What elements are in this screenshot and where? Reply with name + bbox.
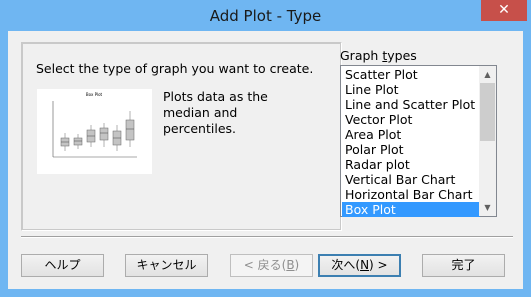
close-icon: ✕ [498, 2, 510, 18]
graph-type-item[interactable]: Vector Plot [342, 112, 480, 127]
thumbnail-title: Box Plot [86, 92, 103, 97]
listbox-scrollbar[interactable]: ▲ ▼ [479, 66, 496, 216]
graph-types-listbox[interactable]: Scatter Plot Line Plot Line and Scatter Pl… [340, 65, 497, 217]
scroll-up-arrow-icon[interactable]: ▲ [479, 66, 496, 83]
box-plot-thumbnail: Box Plot [37, 89, 152, 174]
graph-type-item[interactable]: Line and Scatter Plot [342, 97, 480, 112]
graph-type-item[interactable]: Vertical Bar Chart [342, 172, 480, 187]
help-button[interactable]: ヘルプ [21, 254, 104, 277]
dialog-body: Select the type of graph you want to cre… [8, 31, 523, 289]
back-button[interactable]: < 戻る(B) [230, 254, 313, 277]
graph-type-item[interactable]: Polar Plot [342, 142, 480, 157]
graph-type-item[interactable]: Radar plot [342, 157, 480, 172]
scroll-thumb[interactable] [480, 83, 495, 141]
graph-types-items: Scatter Plot Line Plot Line and Scatter Pl… [342, 67, 480, 217]
graph-type-item[interactable]: Line Plot [342, 82, 480, 97]
instruction-text: Select the type of graph you want to cre… [36, 61, 314, 76]
graph-type-item[interactable]: Area Plot [342, 127, 480, 142]
button-divider [21, 236, 513, 238]
scroll-down-arrow-icon[interactable]: ▼ [479, 199, 496, 216]
box-plot-preview-image: Box Plot [52, 92, 137, 158]
graph-type-item[interactable]: Box Plot [342, 202, 480, 217]
plot-description: Plots data as the median and percentiles… [163, 89, 268, 136]
graph-type-item[interactable]: Horizontal Bar Chart [342, 187, 480, 202]
close-button[interactable]: ✕ [481, 0, 527, 21]
add-plot-dialog: Add Plot - Type ✕ Select the type of gra… [0, 0, 531, 297]
window-title: Add Plot - Type [209, 7, 322, 25]
graph-types-label: Graph types [340, 48, 417, 63]
title-bar[interactable]: Add Plot - Type ✕ [0, 0, 531, 33]
cancel-button[interactable]: キャンセル [125, 254, 208, 277]
finish-button[interactable]: 完了 [422, 254, 505, 277]
graph-type-item[interactable]: Scatter Plot [342, 67, 480, 82]
next-button[interactable]: 次へ(N) > [318, 254, 401, 277]
